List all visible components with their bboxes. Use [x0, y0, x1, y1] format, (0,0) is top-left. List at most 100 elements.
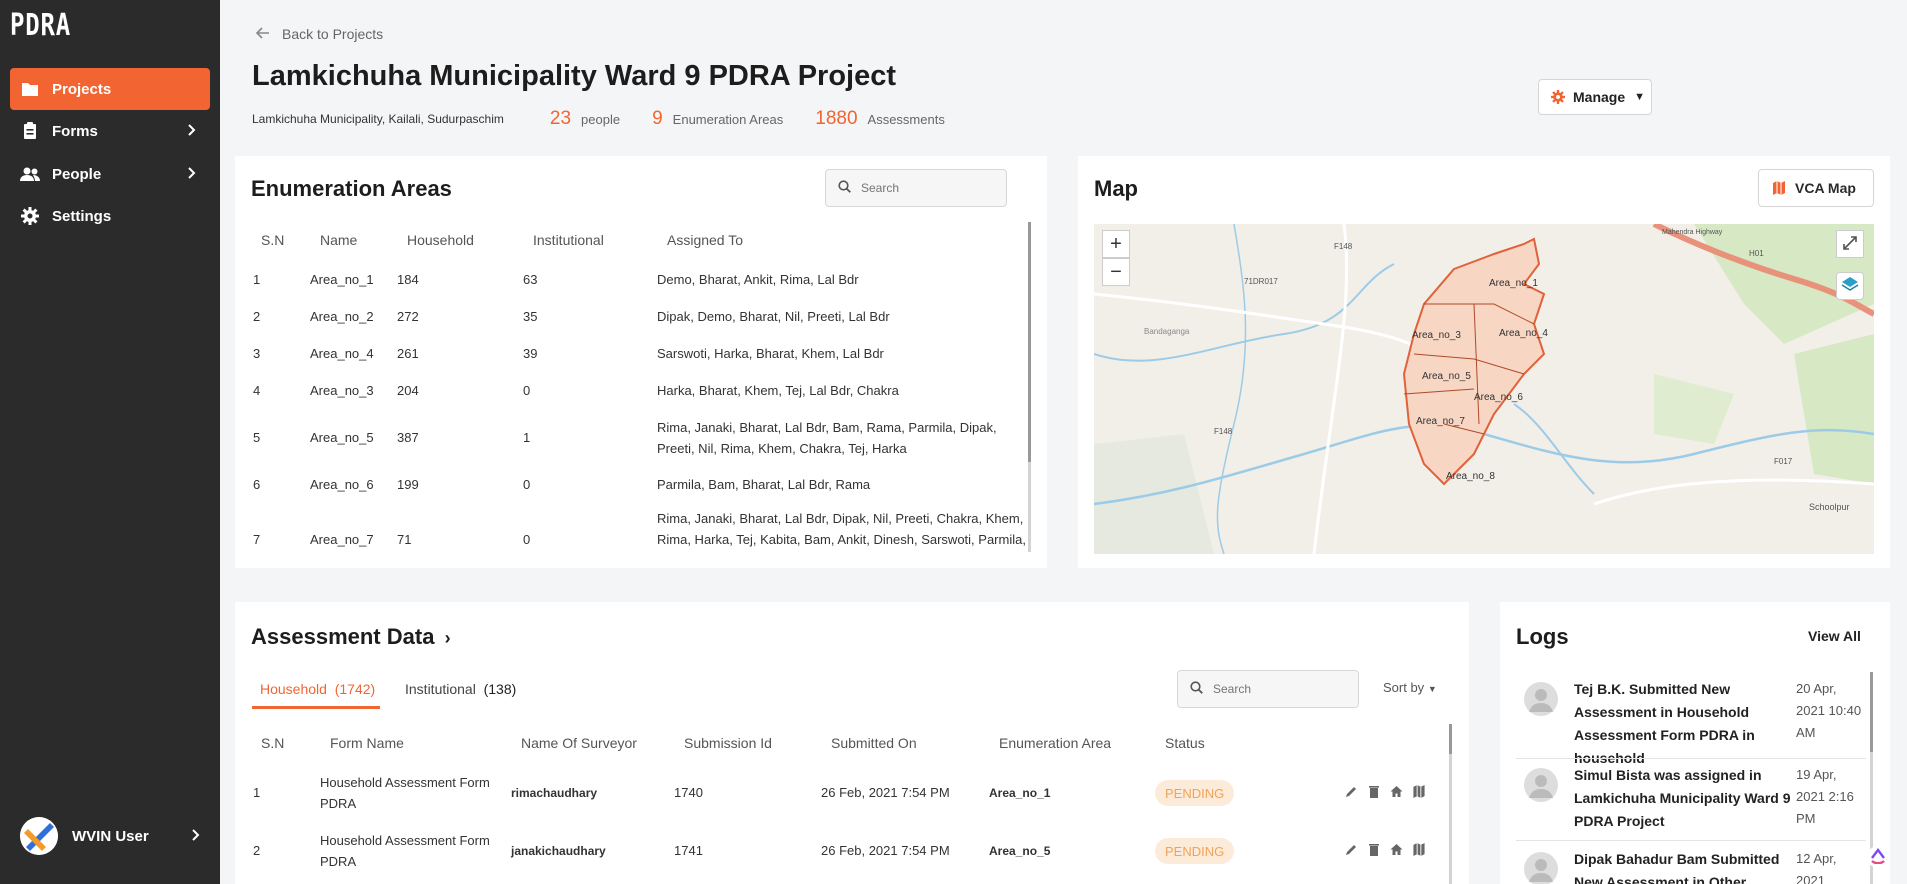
caret-down-icon: ▼	[1634, 91, 1645, 103]
back-link[interactable]: Back to Projects	[255, 26, 383, 42]
chevron-right-icon	[188, 123, 196, 139]
search-input[interactable]	[861, 181, 981, 195]
log-item[interactable]: Dipak Bahadur Bam Submitted New Assessme…	[1516, 848, 1868, 884]
cell-submission-id: 1741	[674, 843, 703, 858]
cell-form-name: Household Assessment Form PDRA	[320, 833, 490, 869]
column-header: Name	[320, 232, 358, 248]
home-icon[interactable]	[1390, 843, 1403, 861]
tab-household[interactable]: Household (1742)	[260, 681, 375, 697]
column-header: Submitted On	[831, 735, 917, 751]
cell-institutional: 0	[523, 532, 531, 547]
fullscreen-button[interactable]	[1836, 230, 1864, 258]
tab-count: (138)	[483, 681, 517, 697]
scrollbar[interactable]	[1449, 724, 1452, 884]
map-label: Area_no_1	[1489, 278, 1538, 289]
cell-name: Area_no_2	[310, 309, 374, 324]
log-time: 12 Apr, 2021	[1796, 851, 1837, 884]
vca-map-label: VCA Map	[1795, 180, 1856, 196]
cell-name: Area_no_6	[310, 477, 374, 492]
cell-household: 204	[397, 383, 419, 398]
delete-icon[interactable]	[1368, 785, 1380, 803]
log-text: Tej B.K. Submitted New Assessment in Hou…	[1574, 681, 1755, 766]
sidebar: PDRA Projects Forms People Settings WVIN…	[0, 0, 220, 884]
layers-icon	[1841, 275, 1859, 298]
log-item[interactable]: Tej B.K. Submitted New Assessment in Hou…	[1516, 678, 1868, 766]
column-header: Household	[407, 232, 474, 248]
map-icon[interactable]	[1413, 785, 1425, 803]
arrow-left-icon	[255, 26, 270, 42]
search-input[interactable]	[1213, 682, 1333, 696]
table-row[interactable]: 7 Area_no_7 71 0 Rima, Janaki, Bharat, L…	[235, 510, 1035, 556]
map-label: Area_no_6	[1474, 392, 1523, 403]
scrollbar[interactable]	[1028, 222, 1031, 552]
row-actions	[1345, 843, 1425, 861]
layers-button[interactable]	[1836, 272, 1864, 300]
map-label: Area_no_3	[1412, 330, 1461, 341]
cell-household: 272	[397, 309, 419, 324]
scrollbar-thumb[interactable]	[1028, 222, 1031, 462]
home-icon[interactable]	[1390, 785, 1403, 803]
status-badge: PENDING	[1155, 780, 1235, 806]
divider	[1516, 840, 1866, 841]
help-widget-button[interactable]	[1867, 846, 1889, 868]
map-view[interactable]: Area_no_1 Area_no_3 Area_no_4 Area_no_5 …	[1094, 224, 1874, 554]
cell-submitted-on: 26 Feb, 2021 7:54 PM	[821, 843, 950, 858]
chevron-right-icon: ›	[444, 628, 451, 648]
user-menu[interactable]: WVIN User	[20, 816, 200, 856]
cell-sn: 6	[253, 477, 261, 492]
cell-sn: 1	[253, 785, 261, 800]
cell-name: Area_no_5	[310, 430, 374, 445]
cell-institutional: 39	[523, 346, 538, 361]
enumeration-areas-title: Enumeration Areas	[251, 176, 452, 201]
sidebar-item-settings[interactable]: Settings	[10, 195, 210, 237]
view-all-link[interactable]: View All	[1808, 628, 1861, 644]
tab-institutional[interactable]: Institutional (138)	[405, 681, 516, 697]
cell-household: 184	[397, 272, 419, 287]
column-header: Status	[1165, 735, 1205, 751]
tab-label: Institutional	[405, 681, 476, 697]
cell-name: Area_no_1	[310, 272, 374, 287]
map-road-label: 71DR017	[1244, 277, 1278, 286]
vca-map-button[interactable]: VCA Map	[1758, 169, 1874, 207]
stat-value: 1880	[815, 108, 858, 129]
divider	[1516, 758, 1866, 759]
column-header: Enumeration Area	[999, 735, 1112, 751]
log-item[interactable]: Simul Bista was assigned in Lamkichuha M…	[1516, 764, 1868, 836]
sort-dropdown[interactable]: Sort by ▼	[1383, 680, 1437, 695]
tab-indicator	[252, 706, 380, 709]
cell-sn: 3	[253, 346, 261, 361]
app-logo[interactable]: PDRA	[10, 8, 71, 43]
chat-icon	[1869, 846, 1887, 869]
map-icon[interactable]	[1413, 843, 1425, 861]
map-title: Map	[1094, 176, 1138, 201]
cell-area: Area_no_1	[989, 786, 1051, 800]
sidebar-item-people[interactable]: People	[10, 153, 210, 195]
people-icon	[20, 164, 40, 184]
scrollbar-thumb[interactable]	[1449, 724, 1452, 754]
status-badge: PENDING	[1155, 838, 1235, 864]
caret-down-icon: ▼	[1427, 684, 1437, 694]
cell-name: Area_no_4	[310, 346, 374, 361]
cell-name: Area_no_3	[310, 383, 374, 398]
scrollbar-thumb[interactable]	[1870, 672, 1873, 752]
logs-title: Logs	[1516, 624, 1569, 649]
edit-icon[interactable]	[1345, 785, 1358, 803]
edit-icon[interactable]	[1345, 843, 1358, 861]
assessment-data-card: Assessment Data › Household (1742) Insti…	[235, 602, 1469, 884]
cell-household: 199	[397, 477, 419, 492]
tab-count: (1742)	[334, 681, 376, 697]
assessment-data-title[interactable]: Assessment Data ›	[251, 624, 451, 650]
map-road-label: F017	[1774, 457, 1793, 466]
sidebar-item-projects[interactable]: Projects	[10, 68, 210, 110]
enumeration-search[interactable]	[825, 169, 1007, 207]
project-summary: Lamkichuha Municipality, Kailali, Sudurp…	[252, 108, 945, 130]
sidebar-item-forms[interactable]: Forms	[10, 110, 210, 152]
cell-name: Area_no_7	[310, 532, 374, 547]
assessment-search[interactable]	[1177, 670, 1359, 708]
manage-button[interactable]: Manage ▼	[1538, 79, 1652, 115]
delete-icon[interactable]	[1368, 843, 1380, 861]
zoom-in-button[interactable]: +	[1102, 230, 1130, 258]
zoom-out-button[interactable]: −	[1102, 258, 1130, 286]
cell-sn: 7	[253, 532, 261, 547]
stat-value: 9	[652, 108, 663, 129]
